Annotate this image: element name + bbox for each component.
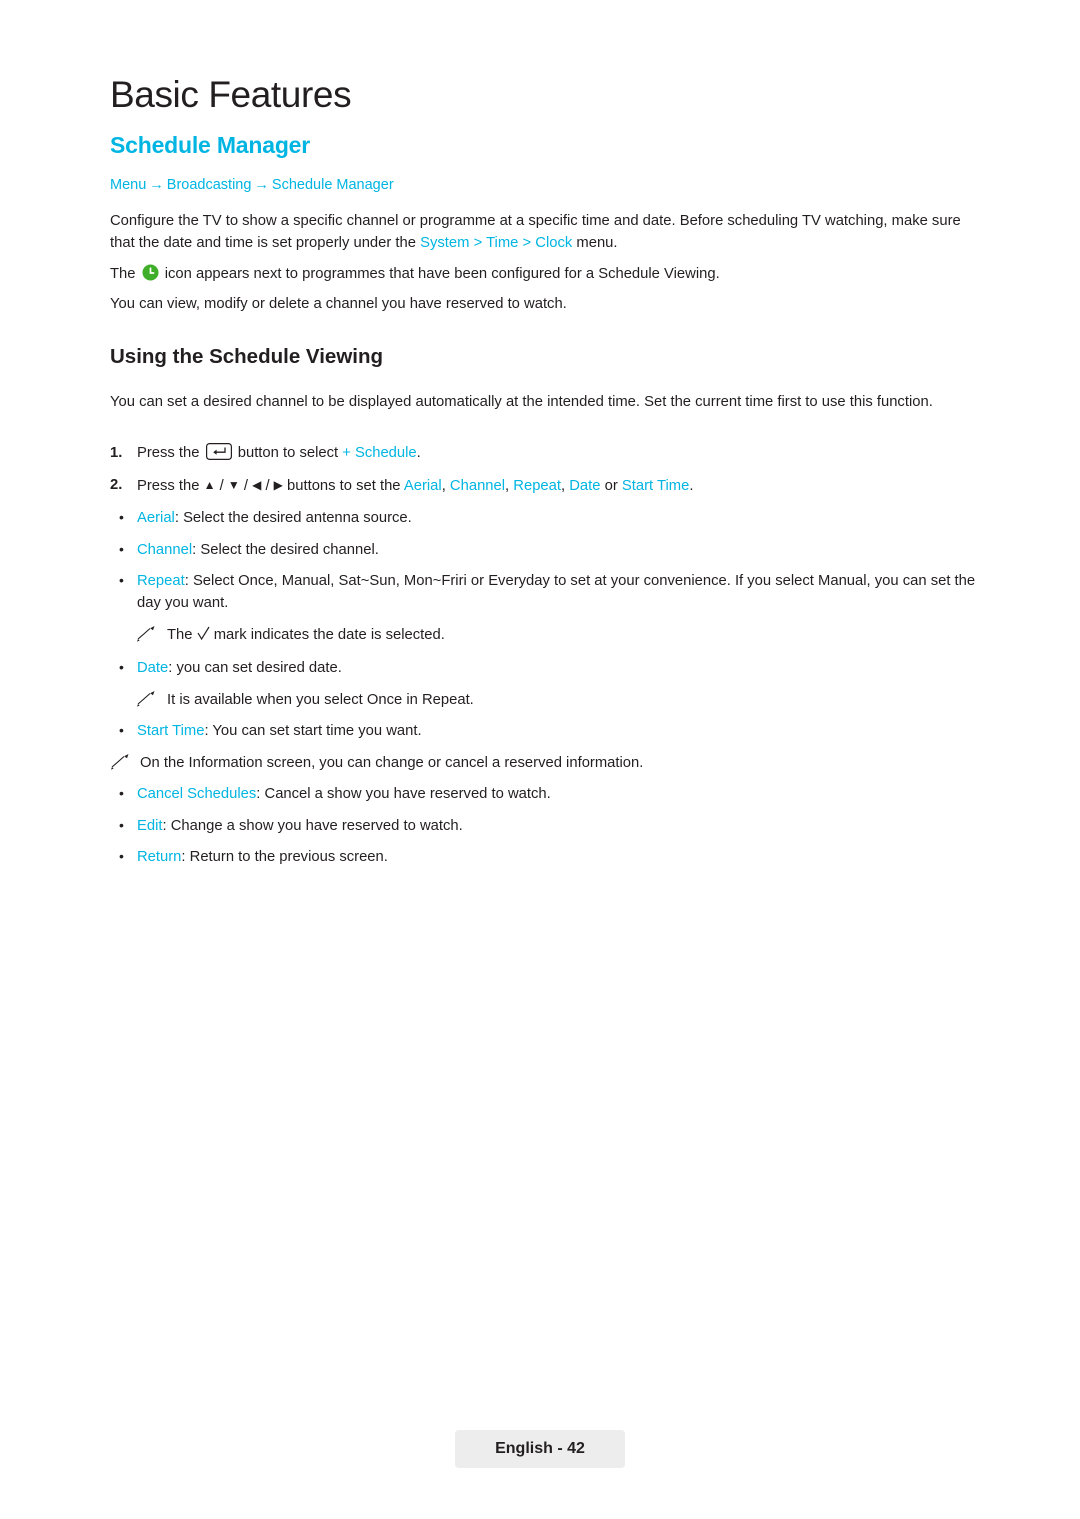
option-term-cancel-schedules: Cancel Schedules [137, 786, 257, 802]
note-text: On the Information screen, you can chang… [140, 754, 644, 771]
breadcrumb: Menu → Broadcasting → Schedule Manager [110, 177, 394, 193]
list-item: • Date: you can set desired date. [110, 657, 990, 679]
menu-path-sep: > [518, 235, 536, 251]
option-desc: : you can set desired date. [168, 660, 342, 676]
arrow-up-icon: ▲ [203, 478, 216, 492]
option-term-edit: Edit [137, 817, 163, 834]
sep: or [600, 478, 622, 494]
step-text-post: . [689, 478, 694, 494]
list-item: • Channel: Select the desired channel. [110, 539, 990, 561]
sep: , [561, 478, 570, 494]
link-repeat: Repeat [513, 478, 561, 494]
option-desc: : Select Once, Manual, Sat~Sun, Mon~Frir… [137, 573, 976, 611]
chapter-title: Basic Features [110, 74, 352, 115]
note-text-pre: The [167, 626, 197, 643]
option-desc: : Select the desired antenna source. [174, 510, 412, 526]
note-text-post: mark indicates the date is selected. [209, 626, 445, 643]
subsection-intro: You can set a desired channel to be disp… [110, 394, 933, 410]
step-1: 1. Press the button to select + Schedule… [110, 442, 990, 464]
option-desc: : Return to the previous screen. [181, 849, 388, 865]
sep: , [441, 478, 450, 494]
step-2: 2. Press the ▲ / ▼ / ◀ / ▶ buttons to se… [110, 474, 990, 497]
list-item: • Repeat: Select Once, Manual, Sat~Sun, … [110, 570, 990, 614]
list-item: • Aerial: Select the desired antenna sou… [110, 507, 990, 529]
steps-list: 1. Press the button to select + Schedule… [110, 442, 990, 507]
document-page: Basic Features Schedule Manager Menu → Bro… [0, 0, 1080, 1519]
link-plus-schedule: + Schedule [342, 445, 417, 461]
section-title: Schedule Manager [110, 132, 311, 158]
options-list: • Aerial: Select the desired antenna sou… [110, 507, 990, 878]
list-item: • Return: Return to the previous screen. [110, 846, 990, 868]
intro2-text-b: icon appears next to programmes that hav… [160, 266, 720, 282]
list-item: • Edit: Change a show you have reserved … [110, 815, 990, 837]
link-aerial: Aerial [403, 478, 442, 494]
list-item: • Cancel Schedules: Cancel a show you ha… [110, 783, 990, 805]
option-desc: : Select the desired channel. [192, 541, 379, 558]
page-footer: English - 42 [455, 1430, 625, 1468]
step-text-mid: buttons to set the [282, 478, 404, 494]
bullet-icon: • [119, 540, 124, 557]
option-desc: : You can set start time you want. [204, 723, 422, 739]
option-term-start-time: Start Time [137, 723, 205, 739]
note-text: It is available when you select Once in … [167, 691, 474, 708]
enter-button-icon [205, 443, 232, 460]
breadcrumb-arrow-icon: → [149, 177, 164, 193]
bullet-icon: • [119, 572, 124, 588]
bullet-icon: • [119, 509, 124, 525]
menu-path-clock: Clock [535, 235, 573, 251]
breadcrumb-item-broadcasting: Broadcasting [166, 177, 252, 193]
option-term-return: Return [137, 849, 182, 865]
step-text-pre: Press the [137, 478, 204, 494]
menu-path-time: Time [486, 235, 519, 251]
menu-path-system: System [420, 235, 470, 251]
page-number: English - 42 [495, 1440, 585, 1457]
intro-paragraph-2: The icon appears next to programmes that… [110, 263, 972, 285]
intro-paragraph-3: You can view, modify or delete a channel… [110, 296, 567, 312]
intro-text-b: menu. [572, 235, 618, 251]
arrow-right-icon: ▶ [273, 478, 283, 492]
option-term-channel: Channel [137, 541, 193, 558]
step-number: 1. [110, 445, 123, 461]
bullet-icon: • [119, 722, 124, 738]
step-text-post: . [416, 445, 421, 461]
step-text-pre: Press the [137, 445, 204, 461]
link-channel: Channel [449, 478, 506, 494]
option-term-date: Date [137, 660, 169, 676]
note-pencil-icon [110, 753, 132, 771]
option-desc: : Change a show you have reserved to wat… [162, 817, 463, 834]
list-item: • Start Time: You can set start time you… [110, 720, 990, 742]
key-sep: / [261, 478, 274, 494]
option-term-aerial: Aerial [137, 510, 175, 526]
intro2-text-a: The [110, 266, 140, 282]
link-date: Date [569, 478, 601, 494]
option-desc: : Cancel a show you have reserved to wat… [256, 786, 551, 802]
check-mark-icon [197, 626, 210, 648]
bullet-icon: • [119, 785, 124, 801]
option-term-repeat: Repeat [137, 573, 185, 589]
menu-path-sep: > [469, 235, 487, 251]
step-text-mid: button to select [233, 445, 343, 461]
note-repeat: The mark indicates the date is selected. [110, 624, 990, 648]
bullet-icon: • [119, 848, 124, 864]
key-sep: / [239, 478, 253, 494]
note-pencil-icon [136, 690, 158, 708]
bullet-icon: • [119, 659, 124, 675]
note-information: On the Information screen, you can chang… [110, 752, 990, 774]
arrow-left-icon: ◀ [252, 478, 262, 492]
breadcrumb-item-menu: Menu [110, 177, 147, 193]
breadcrumb-item-schedule-manager: Schedule Manager [271, 177, 394, 193]
note-date: It is available when you select Once in … [110, 689, 990, 711]
key-sep: / [215, 478, 228, 494]
link-start-time: Start Time [621, 478, 690, 494]
bullet-icon: • [119, 816, 124, 833]
note-pencil-icon [136, 625, 158, 643]
breadcrumb-arrow-icon: → [254, 177, 269, 193]
schedule-clock-icon [142, 264, 159, 281]
arrow-down-icon: ▼ [227, 478, 240, 492]
intro-paragraph-1: Configure the TV to show a specific chan… [110, 210, 972, 254]
subsection-title: Using the Schedule Viewing [110, 345, 384, 368]
step-number: 2. [110, 477, 123, 493]
